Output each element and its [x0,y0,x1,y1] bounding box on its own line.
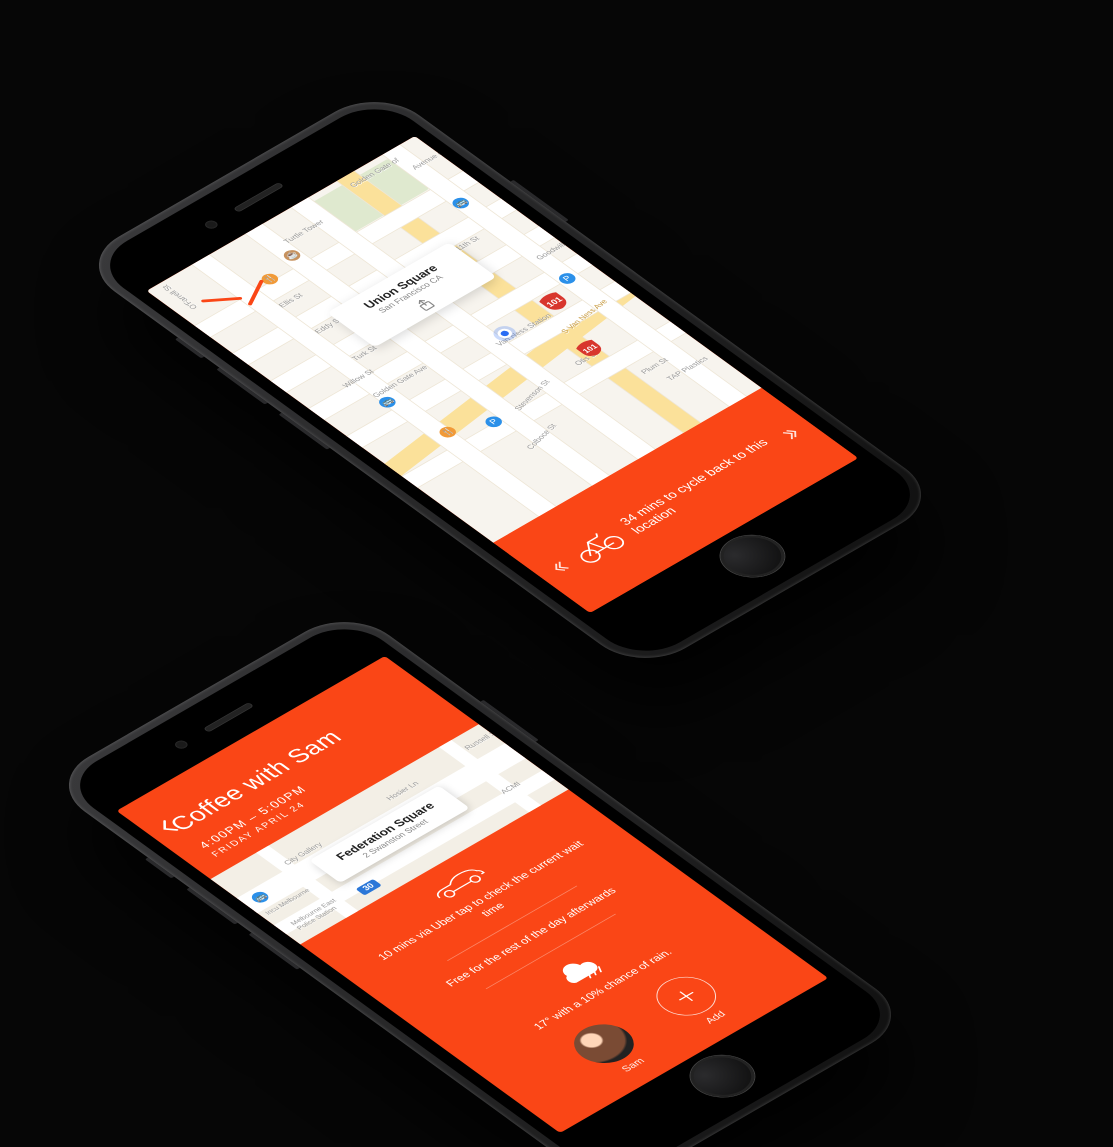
phone-mockup-map: O'Farrell St Ellis St Eddy St Turk St Go… [74,86,945,674]
add-attendee-button[interactable]: Add [644,969,742,1034]
chevron-left-icon[interactable] [543,557,575,578]
share-icon[interactable] [413,297,438,313]
phone-camera [173,739,190,750]
chevron-right-icon[interactable] [776,423,808,444]
phone-camera [203,219,220,230]
street-label: O'Farrell St [160,284,199,311]
phone-speaker [233,182,284,212]
bicycle-icon [564,525,630,567]
street-label: Plum St [639,357,670,376]
poi-label: Turtle Tower [282,218,326,245]
phone-mockup-event: Coffee with Sam 4:00PM – 5:00PM FRIDAY A… [44,606,915,1147]
attendee[interactable]: Sam [562,1016,660,1081]
add-label: Add [702,1009,728,1025]
phone-speaker [203,702,254,732]
